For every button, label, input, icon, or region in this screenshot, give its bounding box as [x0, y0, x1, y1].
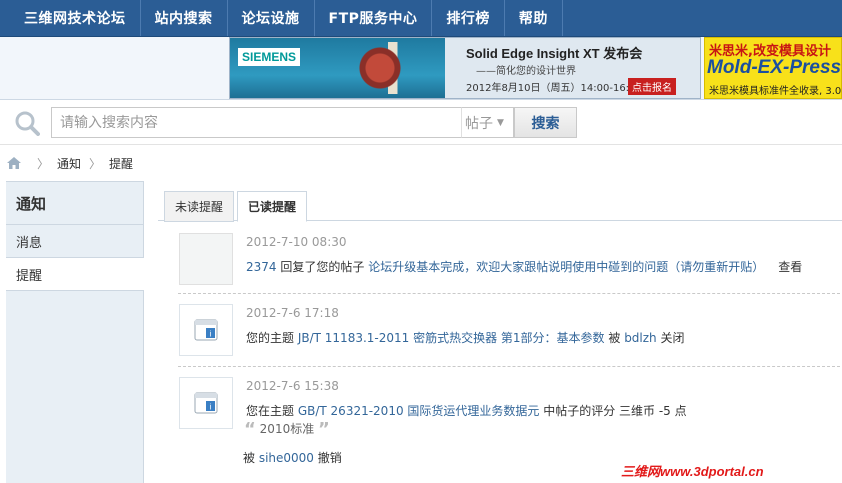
product-image [348, 42, 428, 94]
user-link[interactable]: bdlzh [624, 331, 656, 345]
revoked-by-line: 被 sihe0000 撤销 [243, 449, 342, 466]
banner-signup-button[interactable]: 点击报名 [628, 78, 676, 95]
nav-item-site-search[interactable]: 站内搜索 [141, 0, 228, 36]
nav-item-help[interactable]: 帮助 [505, 0, 563, 36]
breadcrumb: 〉 通知 〉 提醒 [0, 146, 842, 180]
quote-text: 2010标准 [259, 422, 315, 436]
view-link[interactable]: 查看 [778, 260, 802, 274]
banner-area: SIEMENS Solid Edge Insight XT 发布会 ——简化您的… [0, 37, 842, 100]
sidebar-item-reminders[interactable]: 提醒 [6, 258, 144, 291]
tab-bar: 未读提醒 已读提醒 [158, 189, 842, 222]
breadcrumb-separator: 〉 [89, 156, 102, 171]
banner-date: 2012年8月10日（周五）14:00-16:00 [466, 83, 642, 94]
quote-close-icon: ” [318, 419, 330, 440]
site-watermark: 三维网www.3dportal.cn [621, 464, 764, 479]
search-input[interactable] [51, 107, 461, 138]
notice-time: 2012-7-6 15:38 [246, 379, 339, 393]
svg-text:i: i [210, 403, 212, 412]
thread-link[interactable]: JB/T 11183.1-2011 密筋式热交换器 第1部分：基本参数 [298, 331, 605, 345]
banner-title: Solid Edge Insight XT 发布会 [466, 46, 643, 61]
tab-unread[interactable]: 未读提醒 [164, 191, 235, 222]
banner-subtitle: ——简化您的设计世界 [476, 66, 576, 77]
tab-read[interactable]: 已读提醒 [237, 191, 308, 222]
top-nav: 三维网技术论坛 站内搜索 论坛设施 FTP服务中心 排行榜 帮助 [0, 0, 842, 37]
list-item: i 2012-7-6 17:18 您的主题 JB/T 11183.1-2011 … [178, 294, 840, 367]
notice-mid: 被 [604, 331, 625, 345]
breadcrumb-item-reminder[interactable]: 提醒 [109, 155, 133, 172]
system-notice-icon: i [179, 377, 233, 429]
search-type-select[interactable]: 帖子 ▼ [461, 107, 514, 138]
chevron-down-icon: ▼ [497, 117, 504, 128]
home-icon[interactable] [7, 157, 21, 169]
nav-item-ftp[interactable]: FTP服务中心 [315, 0, 433, 36]
notice-action: 回复了您的帖子 [276, 260, 369, 274]
breadcrumb-item-notice[interactable]: 通知 [57, 155, 81, 172]
notice-prefix: 您的主题 [246, 331, 298, 345]
nav-item-facilities[interactable]: 论坛设施 [228, 0, 315, 36]
notice-text: 您在主题 GB/T 26321-2010 国际货运代理业务数据元 中帖子的评分 … [246, 402, 687, 419]
search-bar: 帖子 ▼ 搜索 [0, 100, 842, 145]
notice-prefix: 您在主题 [246, 404, 298, 418]
info-window-icon: i [194, 319, 218, 341]
byline-suffix: 撤销 [313, 451, 342, 465]
banner-ad-solid-edge[interactable]: SIEMENS Solid Edge Insight XT 发布会 ——简化您的… [229, 37, 701, 99]
thread-link[interactable]: GB/T 26321-2010 国际货运代理业务数据元 [298, 404, 540, 418]
search-button[interactable]: 搜索 [514, 107, 577, 138]
sidebar-title: 通知 [6, 182, 143, 225]
sidebar-item-messages[interactable]: 消息 [6, 225, 143, 258]
search-type-label: 帖子 [465, 115, 493, 132]
notice-mid: 中帖子的评分 三维币 -5 点 [539, 404, 687, 418]
notice-time: 2012-7-6 17:18 [246, 306, 339, 320]
banner-ad-misumi[interactable]: 米思米,改变模具设计 Mold-EX-Press 米思米模具标准件全收录, 3.… [704, 37, 842, 99]
info-window-icon: i [194, 392, 218, 414]
notice-suffix: 关闭 [656, 331, 685, 345]
breadcrumb-separator: 〉 [37, 156, 50, 171]
thread-link[interactable]: 论坛升级基本完成，欢迎大家跟帖说明使用中碰到的问题（请勿重新开贴） [368, 260, 764, 274]
system-notice-icon: i [179, 304, 233, 356]
list-item: 2012-7-10 08:30 2374 回复了您的帖子 论坛升级基本完成，欢迎… [178, 223, 840, 294]
siemens-logo: SIEMENS [238, 48, 301, 66]
user-link[interactable]: sihe0000 [259, 451, 314, 465]
svg-text:i: i [210, 330, 212, 339]
notice-text: 2374 回复了您的帖子 论坛升级基本完成，欢迎大家跟帖说明使用中碰到的问题（请… [246, 258, 802, 275]
banner-brand: Mold-EX-Press [707, 57, 842, 78]
nav-item-forum-home[interactable]: 三维网技术论坛 [0, 0, 141, 36]
search-icon [15, 111, 40, 136]
quote-open-icon: “ [244, 419, 256, 440]
byline-prefix: 被 [243, 451, 259, 465]
avatar[interactable] [179, 233, 233, 285]
sidebar: 通知 消息 提醒 [6, 181, 144, 483]
main-content: 未读提醒 已读提醒 2012-7-10 08:30 2374 回复了您的帖子 论… [158, 181, 842, 483]
notice-time: 2012-7-10 08:30 [246, 235, 347, 249]
notice-text: 您的主题 JB/T 11183.1-2011 密筋式热交换器 第1部分：基本参数… [246, 329, 685, 346]
banner-tagline: 米思米模具标准件全收录, 3.0 [709, 86, 842, 97]
user-link[interactable]: 2374 [246, 260, 277, 274]
nav-item-rankings[interactable]: 排行榜 [432, 0, 505, 36]
rating-reason-quote: “ 2010标准 ” [244, 419, 330, 440]
